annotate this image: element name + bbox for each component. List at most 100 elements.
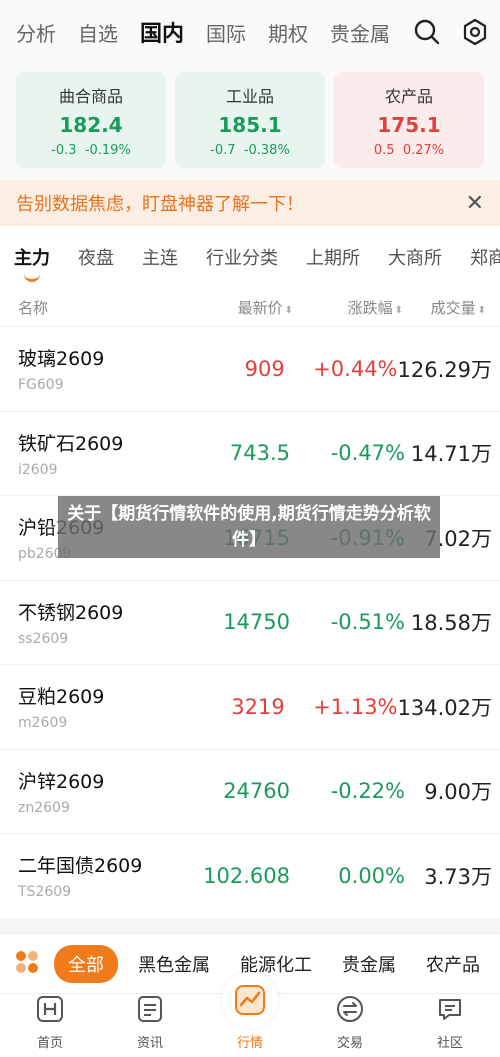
volume: 14.71万: [410, 442, 492, 467]
row-instrument: 不锈钢2609 ss2609: [18, 598, 168, 647]
row-instrument: 沪锌2609 zn2609: [18, 767, 168, 816]
index-value: 182.4: [59, 112, 123, 137]
tab-precious-metals[interactable]: 贵金属: [330, 18, 390, 47]
subtab-industry[interactable]: 行业分类: [206, 244, 278, 270]
subtab-main[interactable]: 主力: [14, 244, 50, 282]
subtab-czce[interactable]: 郑商所: [470, 244, 500, 270]
promo-banner[interactable]: 告别数据焦虑，盯盘神器了解一下！ ✕: [0, 180, 500, 226]
price-change: 0.00%: [338, 863, 405, 888]
settings-icon[interactable]: [460, 17, 490, 47]
last-price: 102.608: [203, 863, 290, 888]
instrument-name: 沪锌2609: [18, 770, 105, 793]
table-header: 名称 最新价 ⬍ 涨跌幅 ⬍ 成交量 ⬍: [0, 288, 500, 326]
home-h-icon: [35, 994, 65, 1028]
market-subtabs: 主力 夜盘 主连 行业分类 上期所 大商所 郑商所: [0, 226, 500, 288]
price-change: -0.51%: [330, 610, 405, 635]
bottom-nav: 首页 资讯 行情 交易 社区: [0, 972, 500, 1057]
tab-domestic[interactable]: 国内: [140, 16, 184, 48]
community-icon: [435, 994, 465, 1028]
last-price: 3219: [231, 694, 285, 719]
instrument-code: m2609: [18, 715, 68, 732]
instrument-code: ss2609: [18, 630, 69, 647]
sort-icon: ⬍: [477, 304, 486, 316]
table-row[interactable]: 沪锌2609 zn2609 24760 -0.22% 9.00万: [0, 748, 500, 834]
table-row[interactable]: 不锈钢2609 ss2609 14750 -0.51% 18.58万: [0, 579, 500, 665]
volume: 126.29万: [397, 357, 492, 382]
row-instrument: 豆粕2609 m2609: [18, 682, 165, 731]
index-value: 185.1: [218, 112, 282, 137]
index-card-industrial[interactable]: 工业品 185.1 -0.7 -0.38%: [175, 72, 325, 168]
volume: 18.58万: [410, 611, 492, 636]
table-row[interactable]: 二年国债2609 TS2609 102.608 0.00% 3.73万: [0, 833, 500, 918]
header-volume[interactable]: 成交量 ⬍: [403, 297, 486, 318]
header-change[interactable]: 涨跌幅 ⬍: [293, 297, 403, 318]
category-agri[interactable]: 农产品: [426, 951, 480, 977]
price-change: -0.47%: [330, 441, 405, 466]
category-precious[interactable]: 贵金属: [342, 951, 396, 977]
instrument-code: TS2609: [18, 884, 72, 901]
instrument-name: 豆粕2609: [18, 686, 105, 709]
price-change: -0.22%: [330, 779, 405, 804]
table-row[interactable]: 玻璃2609 FG609 909 +0.44% 126.29万: [0, 326, 500, 411]
index-cards: 曲合商品 182.4 -0.3 -0.19% 工业品 185.1 -0.7 -0…: [0, 64, 500, 180]
table-row[interactable]: 铁矿石2609 i2609 743.5 -0.47% 14.71万: [0, 410, 500, 496]
price-change: +0.44%: [313, 356, 398, 381]
index-change: 0.5 0.27%: [373, 142, 445, 158]
top-icons: [406, 17, 490, 47]
index-name: 工业品: [225, 86, 274, 106]
index-card-composite[interactable]: 曲合商品 182.4 -0.3 -0.19%: [16, 72, 166, 168]
chart-icon: [222, 972, 278, 1028]
nav-news[interactable]: 资讯: [115, 994, 185, 1051]
row-instrument: 玻璃2609 FG609: [18, 344, 165, 393]
instrument-code: i2609: [18, 461, 58, 478]
last-price: 24760: [223, 779, 290, 804]
instrument-name: 铁矿石2609: [18, 432, 124, 455]
news-icon: [135, 994, 165, 1028]
volume: 9.00万: [424, 780, 492, 805]
subtab-dce[interactable]: 大商所: [388, 244, 442, 270]
nav-home[interactable]: 首页: [15, 994, 85, 1051]
row-instrument: 铁矿石2609 i2609: [18, 429, 168, 478]
price-change: +1.13%: [313, 694, 398, 719]
tab-options[interactable]: 期权: [268, 18, 308, 47]
subtab-shfe[interactable]: 上期所: [306, 244, 360, 270]
index-change: -0.3 -0.19%: [51, 142, 131, 158]
last-price: 909: [244, 356, 285, 381]
index-value: 175.1: [377, 112, 441, 137]
header-price[interactable]: 最新价 ⬍: [168, 297, 293, 318]
nav-market[interactable]: 行情: [215, 972, 285, 1051]
subtab-night[interactable]: 夜盘: [78, 244, 114, 270]
instrument-name: 玻璃2609: [18, 348, 105, 371]
category-ferrous[interactable]: 黑色金属: [138, 951, 210, 977]
subtab-continuous[interactable]: 主连: [142, 244, 178, 270]
last-price: 14750: [223, 610, 290, 635]
tab-watchlist[interactable]: 自选: [78, 18, 118, 47]
sort-icon: ⬍: [284, 304, 293, 316]
trade-icon: [335, 994, 365, 1028]
sort-icon: ⬍: [394, 304, 403, 316]
instrument-code: zn2609: [18, 799, 70, 816]
tab-analysis[interactable]: 分析: [16, 18, 56, 47]
close-icon[interactable]: ✕: [466, 191, 484, 216]
quote-list: 玻璃2609 FG609 909 +0.44% 126.29万铁矿石2609 i2609 7…: [0, 326, 500, 918]
search-icon[interactable]: [412, 17, 442, 47]
instrument-name: 不锈钢2609: [18, 601, 124, 624]
instrument-code: FG609: [18, 377, 64, 394]
tab-international[interactable]: 国际: [206, 18, 246, 47]
category-grid-icon[interactable]: [14, 949, 40, 979]
category-all[interactable]: 全部: [54, 945, 118, 983]
banner-text: 告别数据焦虑，盯盘神器了解一下！: [16, 194, 304, 215]
volume: 134.02万: [397, 695, 492, 720]
nav-trade[interactable]: 交易: [315, 994, 385, 1051]
table-row[interactable]: 豆粕2609 m2609 3219 +1.13% 134.02万: [0, 664, 500, 749]
instrument-name: 二年国债2609: [18, 855, 143, 878]
header-name: 名称: [18, 298, 49, 317]
nav-community[interactable]: 社区: [415, 994, 485, 1051]
index-name: 农产品: [384, 86, 433, 106]
volume: 3.73万: [424, 864, 492, 889]
index-change: -0.7 -0.38%: [210, 142, 290, 158]
index-card-agricultural[interactable]: 农产品 175.1 0.5 0.27%: [334, 72, 484, 168]
row-instrument: 二年国债2609 TS2609: [18, 851, 168, 900]
overlay-title: 关于【期货行情软件的使用,期货行情走势分析软件】: [58, 496, 440, 558]
last-price: 743.5: [229, 441, 290, 466]
